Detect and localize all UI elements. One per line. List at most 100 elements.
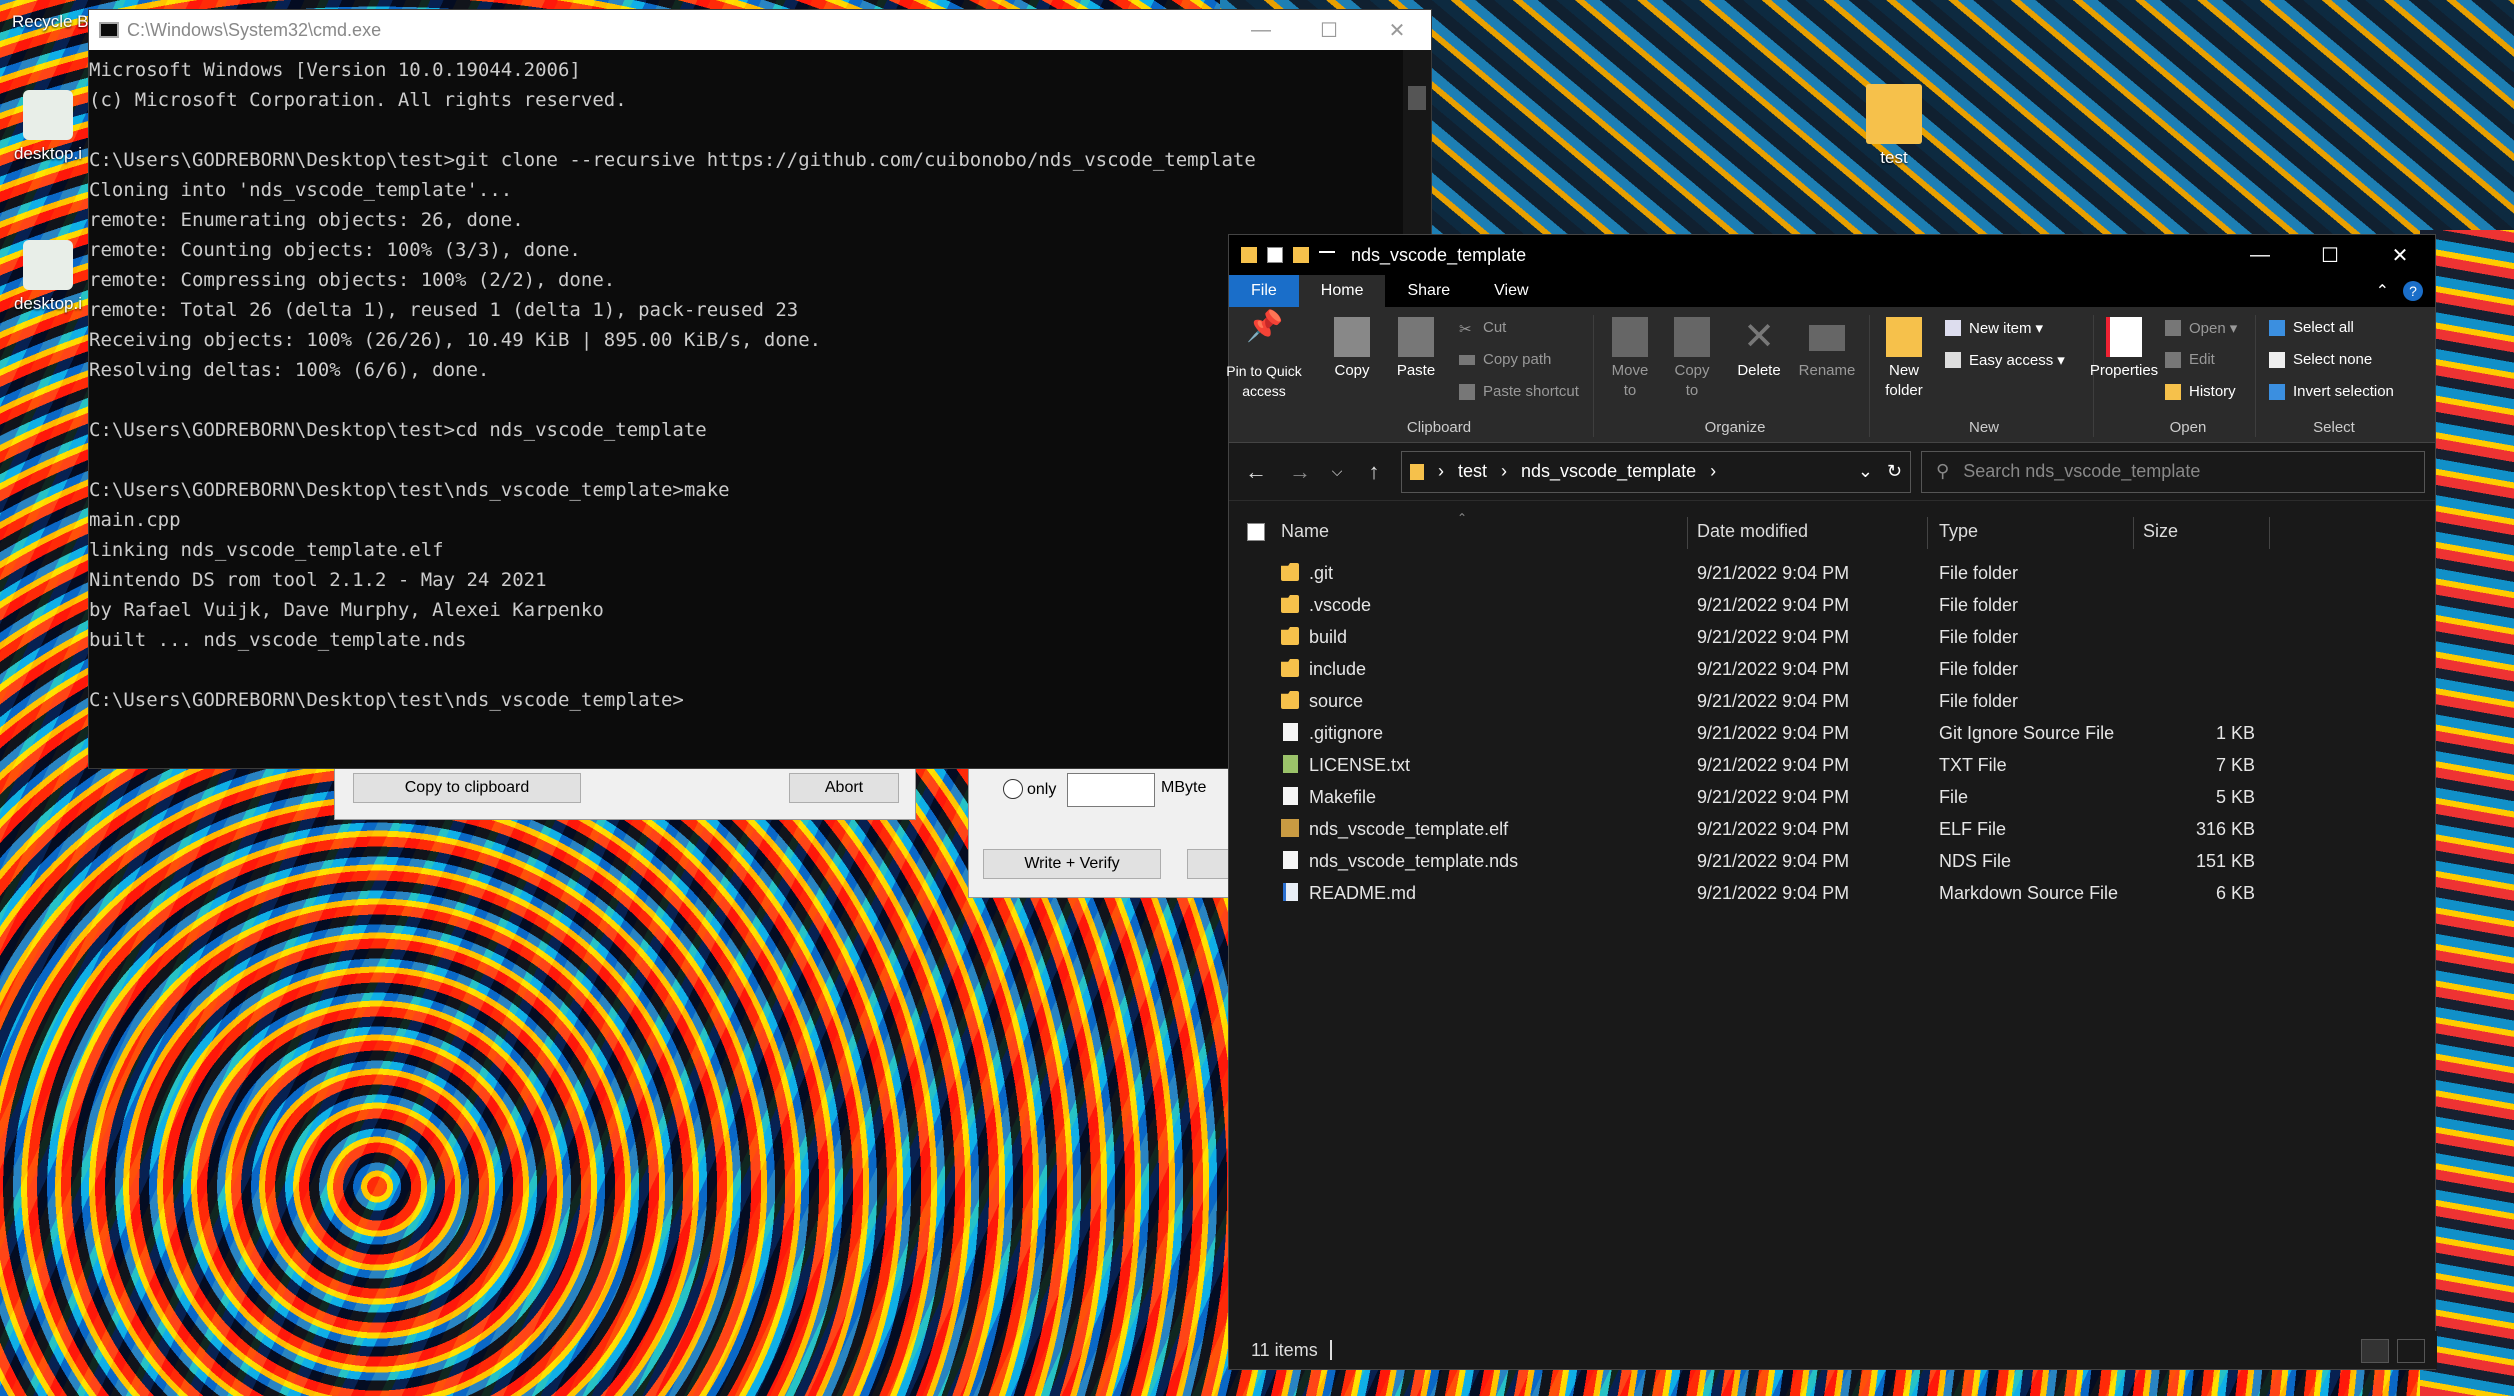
tab-view[interactable]: View bbox=[1472, 275, 1550, 307]
file-name: build bbox=[1309, 627, 1348, 647]
cmd-titlebar[interactable]: C:\Windows\System32\cmd.exe — ☐ ✕ bbox=[89, 10, 1431, 50]
copy-to-button[interactable]: Copy to bbox=[1667, 317, 1717, 401]
properties-checkmark-icon[interactable] bbox=[1267, 247, 1283, 263]
console-line: C:\Users\GODREBORN\Desktop\test>git clon… bbox=[89, 149, 1256, 171]
paste-button[interactable]: Paste bbox=[1391, 317, 1441, 381]
address-bar[interactable]: › test › nds_vscode_template › ⌄ ↻ bbox=[1401, 450, 1911, 493]
column-separator[interactable] bbox=[1687, 517, 1688, 549]
file-row[interactable]: .vscode 9/21/2022 9:04 PM File folder bbox=[1229, 589, 2437, 621]
new-item-button[interactable]: New item ▾ bbox=[1945, 319, 2043, 337]
file-row[interactable]: nds_vscode_template.elf 9/21/2022 9:04 PM… bbox=[1229, 813, 2437, 845]
tab-share[interactable]: Share bbox=[1385, 275, 1472, 307]
properties-button[interactable]: Properties bbox=[2081, 317, 2167, 381]
collapse-ribbon-icon[interactable]: ⌃ bbox=[2376, 281, 2389, 301]
tab-file[interactable]: File bbox=[1229, 275, 1299, 307]
tab-home[interactable]: Home bbox=[1298, 275, 1386, 307]
paste-shortcut-button[interactable]: Paste shortcut bbox=[1459, 383, 1579, 400]
close-button[interactable]: ✕ bbox=[2365, 235, 2435, 275]
search-box[interactable]: ⚲ Search nds_vscode_template bbox=[1921, 450, 2425, 493]
file-row[interactable]: .gitignore 9/21/2022 9:04 PM Git Ignore So… bbox=[1229, 717, 2437, 749]
column-date-modified[interactable]: Date modified bbox=[1697, 521, 1808, 542]
file-icon bbox=[1283, 723, 1298, 741]
breadcrumb-current[interactable]: nds_vscode_template bbox=[1521, 461, 1696, 482]
pin-to-quick-access-button[interactable]: 📌 Pin to Quick access bbox=[1226, 310, 1301, 401]
properties-label: Properties bbox=[2089, 362, 2159, 379]
file-date: 9/21/2022 9:04 PM bbox=[1697, 851, 1850, 871]
address-dropdown-icon[interactable]: ⌄ bbox=[1858, 461, 1873, 482]
folder-icon bbox=[1241, 247, 1257, 263]
mbyte-input[interactable] bbox=[1067, 773, 1155, 807]
copy-button[interactable]: Copy bbox=[1327, 317, 1377, 381]
paste-label: Paste bbox=[1396, 362, 1436, 379]
recent-locations-chevron-icon[interactable]: ⌵ bbox=[1327, 455, 1347, 489]
invert-selection-label: Invert selection bbox=[2293, 383, 2394, 400]
abort-button[interactable]: Abort bbox=[789, 773, 899, 803]
forward-arrow-icon[interactable]: → bbox=[1283, 455, 1317, 489]
column-type[interactable]: Type bbox=[1939, 521, 1978, 542]
console-line: Cloning into 'nds_vscode_template'... bbox=[89, 179, 513, 201]
test-folder-desktop-icon[interactable]: test bbox=[1854, 84, 1934, 168]
file-row[interactable]: README.md 9/21/2022 9:04 PM Markdown Sourc… bbox=[1229, 877, 2437, 909]
edit-button[interactable]: Edit bbox=[2165, 351, 2215, 368]
rename-icon bbox=[1809, 325, 1845, 351]
file-row[interactable]: build 9/21/2022 9:04 PM File folder bbox=[1229, 621, 2437, 653]
open-button[interactable]: Open ▾ bbox=[2165, 319, 2237, 337]
recycle-bin-label[interactable]: Recycle B bbox=[12, 12, 89, 32]
file-row[interactable]: Makefile 9/21/2022 9:04 PM File 5 KB bbox=[1229, 781, 2437, 813]
select-none-button[interactable]: Select none bbox=[2269, 351, 2372, 368]
column-size[interactable]: Size bbox=[2143, 521, 2178, 542]
column-separator[interactable] bbox=[2269, 517, 2270, 549]
up-arrow-icon[interactable]: ↑ bbox=[1357, 455, 1391, 489]
maximize-button[interactable]: ☐ bbox=[2295, 235, 2365, 275]
minimize-button[interactable]: — bbox=[1227, 10, 1295, 50]
dropdown-arrow-icon: ▾ bbox=[2035, 320, 2044, 337]
customize-toolbar-icon[interactable] bbox=[1319, 251, 1335, 259]
file-row[interactable]: nds_vscode_template.nds 9/21/2022 9:04 PM… bbox=[1229, 845, 2437, 877]
only-radio[interactable] bbox=[1003, 779, 1023, 799]
easy-access-button[interactable]: Easy access ▾ bbox=[1945, 351, 2065, 369]
large-icons-view-icon[interactable] bbox=[2397, 1339, 2425, 1363]
breadcrumb-test[interactable]: test bbox=[1458, 461, 1487, 482]
desktop-ini-icon-2[interactable]: desktop.i bbox=[8, 240, 88, 314]
new-folder-quick-icon[interactable] bbox=[1293, 247, 1309, 263]
select-all-button[interactable]: Select all bbox=[2269, 319, 2354, 336]
rename-button[interactable]: Rename bbox=[1795, 317, 1859, 381]
explorer-titlebar[interactable]: nds_vscode_template — ☐ ✕ bbox=[1229, 235, 2435, 275]
file-row[interactable]: .git 9/21/2022 9:04 PM File folder bbox=[1229, 557, 2437, 589]
details-view-icon[interactable] bbox=[2361, 1339, 2389, 1363]
dropdown-arrow-icon: ▾ bbox=[2057, 352, 2065, 369]
invert-selection-button[interactable]: Invert selection bbox=[2269, 383, 2394, 400]
new-folder-button[interactable]: New folder bbox=[1879, 317, 1929, 401]
edit-label: Edit bbox=[2189, 351, 2215, 368]
folder-icon bbox=[1281, 627, 1299, 645]
column-separator[interactable] bbox=[2133, 517, 2134, 549]
cmd-title: C:\Windows\System32\cmd.exe bbox=[127, 19, 382, 40]
delete-button[interactable]: ✕ Delete bbox=[1733, 317, 1785, 381]
background-dialog: Copy to clipboard Abort bbox=[334, 768, 916, 820]
close-button[interactable]: ✕ bbox=[1363, 10, 1431, 50]
scrollbar-thumb[interactable] bbox=[1408, 86, 1426, 110]
column-separator[interactable] bbox=[1927, 517, 1928, 549]
dropdown-arrow-icon: ▾ bbox=[2229, 320, 2238, 337]
cut-button[interactable]: ✂ Cut bbox=[1459, 319, 1506, 338]
file-date: 9/21/2022 9:04 PM bbox=[1697, 659, 1850, 679]
copy-path-button[interactable]: Copy path bbox=[1459, 351, 1551, 368]
write-verify-button[interactable]: Write + Verify bbox=[983, 849, 1161, 879]
file-row[interactable]: source 9/21/2022 9:04 PM File folder bbox=[1229, 685, 2437, 717]
edit-icon bbox=[2165, 351, 2181, 368]
minimize-button[interactable]: — bbox=[2225, 235, 2295, 275]
desktop-ini-icon-1[interactable]: desktop.i bbox=[8, 90, 88, 164]
refresh-icon[interactable]: ↻ bbox=[1887, 461, 1902, 482]
move-to-button[interactable]: Move to bbox=[1605, 317, 1655, 401]
history-button[interactable]: History bbox=[2165, 383, 2236, 400]
column-name[interactable]: Name bbox=[1281, 521, 1329, 542]
help-icon[interactable]: ? bbox=[2403, 281, 2423, 301]
pin-icon: 📌 bbox=[1246, 310, 1284, 343]
copy-to-clipboard-button[interactable]: Copy to clipboard bbox=[353, 773, 581, 803]
select-all-checkbox[interactable] bbox=[1247, 523, 1265, 541]
file-row[interactable]: include 9/21/2022 9:04 PM File folder bbox=[1229, 653, 2437, 685]
back-arrow-icon[interactable]: ← bbox=[1239, 455, 1273, 489]
file-row[interactable]: LICENSE.txt 9/21/2022 9:04 PM TXT File 7 KB bbox=[1229, 749, 2437, 781]
maximize-button[interactable]: ☐ bbox=[1295, 10, 1363, 50]
new-folder-icon bbox=[1886, 317, 1922, 357]
